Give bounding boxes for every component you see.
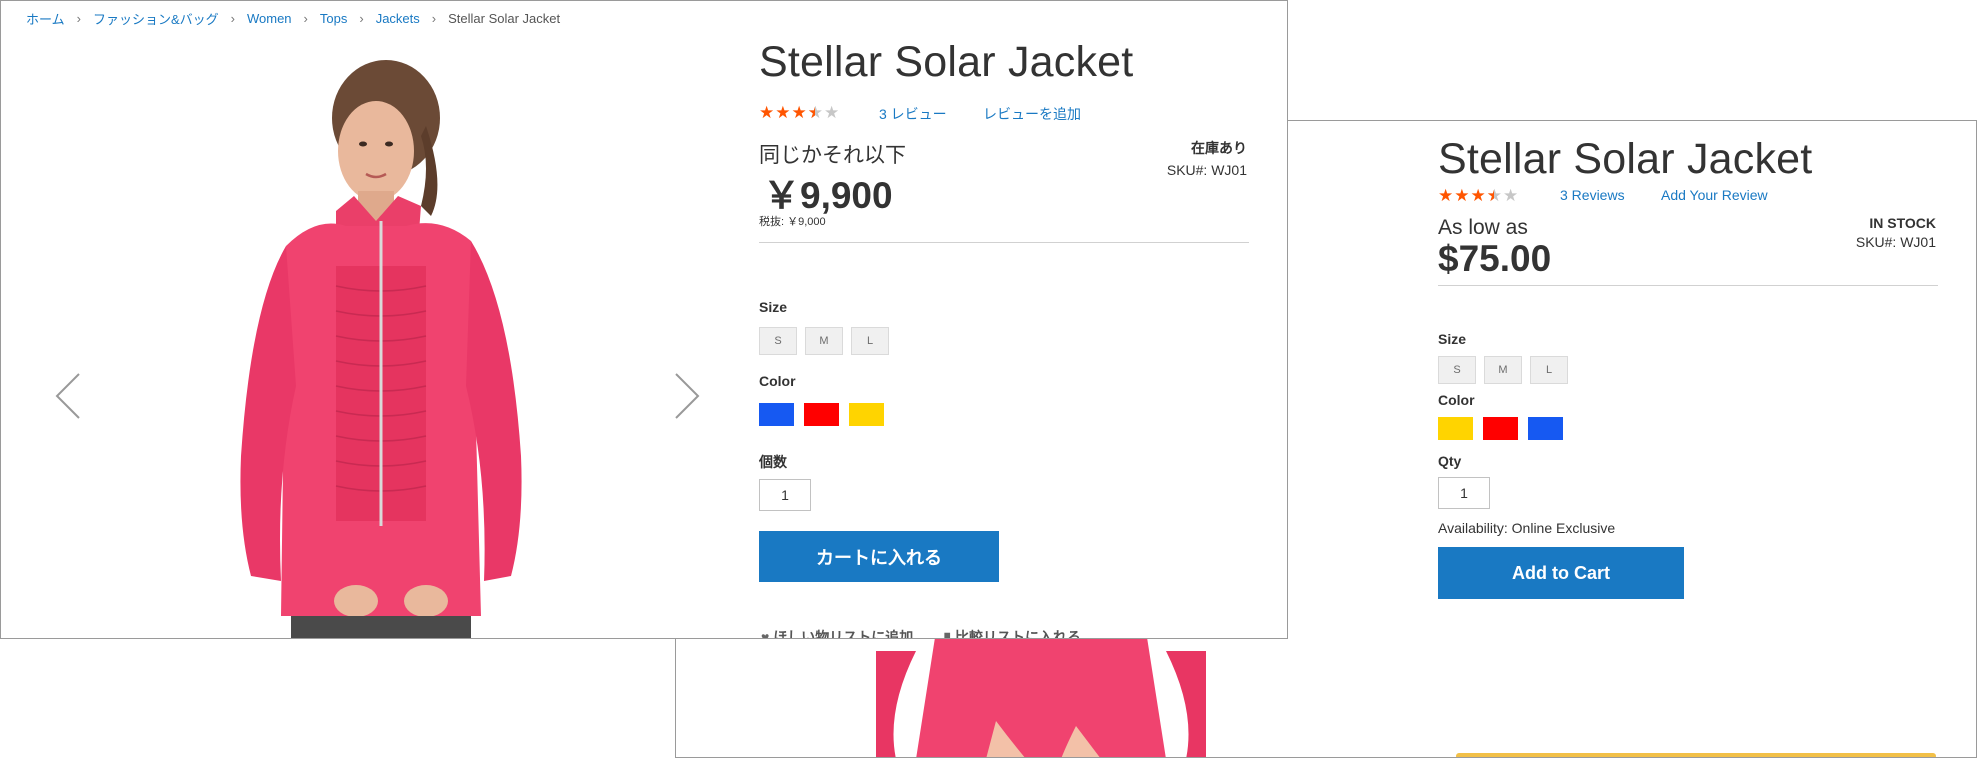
color-label: Color: [759, 373, 796, 389]
availability-text: Availability: Online Exclusive: [1438, 520, 1616, 536]
color-swatch-red[interactable]: [1483, 417, 1518, 440]
qty-label: Qty: [1438, 453, 1462, 469]
reviews-link[interactable]: 3 レビュー: [879, 104, 947, 124]
add-to-cart-button[interactable]: カートに入れる: [759, 531, 999, 582]
divider: [759, 242, 1249, 243]
secondary-actions: ♥ ほしい物リストに追加 ▮ 比較リストに入れる: [761, 627, 1082, 639]
rating-stars: ★ ★ ★ ★ ★: [1438, 187, 1518, 204]
breadcrumb-separator-icon: ›: [230, 11, 235, 26]
size-swatch-l[interactable]: L: [851, 327, 889, 355]
size-swatches: S M L: [759, 327, 889, 355]
product-title: Stellar Solar Jacket: [1438, 135, 1813, 183]
size-swatch-l[interactable]: L: [1530, 356, 1568, 384]
divider: [1438, 285, 1938, 286]
add-to-wishlist-link[interactable]: ♥ ほしい物リストに追加: [761, 627, 914, 639]
color-swatch-yellow[interactable]: [1438, 417, 1473, 440]
breadcrumb-tops[interactable]: Tops: [320, 11, 347, 26]
stock-status: 在庫あり: [1191, 140, 1247, 156]
product-image: [240, 60, 522, 638]
breadcrumb-jackets[interactable]: Jackets: [376, 11, 420, 26]
color-swatch-blue[interactable]: [1528, 417, 1563, 440]
chevron-right-icon[interactable]: [666, 366, 706, 426]
breadcrumb-separator-icon: ›: [76, 11, 81, 26]
size-swatch-m[interactable]: M: [805, 327, 843, 355]
size-swatches: S M L: [1438, 356, 1568, 384]
add-review-link[interactable]: レビューを追加: [983, 104, 1081, 124]
tax-excluded-price: 税抜: ￥9,000: [759, 216, 826, 228]
color-label: Color: [1438, 392, 1475, 408]
product-page-japanese: ホーム › ファッション&バッグ › Women › Tops › Jacket…: [0, 0, 1288, 639]
breadcrumb-separator-icon: ›: [431, 11, 437, 26]
add-review-link[interactable]: Add Your Review: [1661, 187, 1768, 203]
price: $75.00: [1438, 238, 1552, 279]
breadcrumb-home[interactable]: ホーム: [26, 9, 65, 28]
color-swatches: [1438, 417, 1563, 440]
size-swatch-m[interactable]: M: [1484, 356, 1522, 384]
breadcrumb-separator-icon: ›: [303, 11, 308, 26]
product-image-partial: [876, 631, 1206, 757]
size-swatch-s[interactable]: S: [759, 327, 797, 355]
add-to-cart-button[interactable]: Add to Cart: [1438, 547, 1684, 599]
secondary-button-edge: [1456, 753, 1936, 757]
size-swatch-s[interactable]: S: [1438, 356, 1476, 384]
stock-status: IN STOCK: [1869, 215, 1936, 231]
color-swatch-yellow[interactable]: [849, 403, 884, 426]
breadcrumb: ホーム › ファッション&バッグ › Women › Tops › Jacket…: [26, 9, 560, 28]
chevron-left-icon[interactable]: [49, 366, 89, 426]
price-label: As low as: [1438, 216, 1528, 239]
add-to-compare-link[interactable]: ▮ 比較リストに入れる: [943, 627, 1082, 639]
color-swatch-blue[interactable]: [759, 403, 794, 426]
product-title: Stellar Solar Jacket: [759, 38, 1134, 86]
breadcrumb-separator-icon: ›: [359, 11, 364, 26]
reviews-link[interactable]: 3 Reviews: [1560, 187, 1625, 203]
breadcrumb-current: Stellar Solar Jacket: [448, 11, 561, 26]
sku: SKU#: WJ01: [1166, 162, 1247, 178]
size-label: Size: [759, 299, 788, 315]
breadcrumb-fashion[interactable]: ファッション&バッグ: [93, 9, 219, 28]
qty-input[interactable]: 1: [1438, 477, 1490, 509]
qty-label: 個数: [759, 454, 787, 470]
rating-stars: ★ ★ ★ ★ ★: [759, 104, 839, 121]
size-label: Size: [1438, 331, 1467, 347]
heart-icon: ♥: [761, 629, 770, 639]
breadcrumb-women[interactable]: Women: [247, 11, 292, 26]
wishlist-label: ほしい物リストに追加: [773, 629, 914, 639]
color-swatch-red[interactable]: [804, 403, 839, 426]
qty-input[interactable]: 1: [759, 479, 811, 511]
color-swatches: [759, 403, 884, 426]
compare-label: 比較リストに入れる: [955, 629, 1082, 639]
bar-chart-icon: ▮: [943, 629, 952, 639]
sku: SKU#: WJ01: [1855, 234, 1936, 250]
price: ￥9,900: [763, 175, 893, 216]
